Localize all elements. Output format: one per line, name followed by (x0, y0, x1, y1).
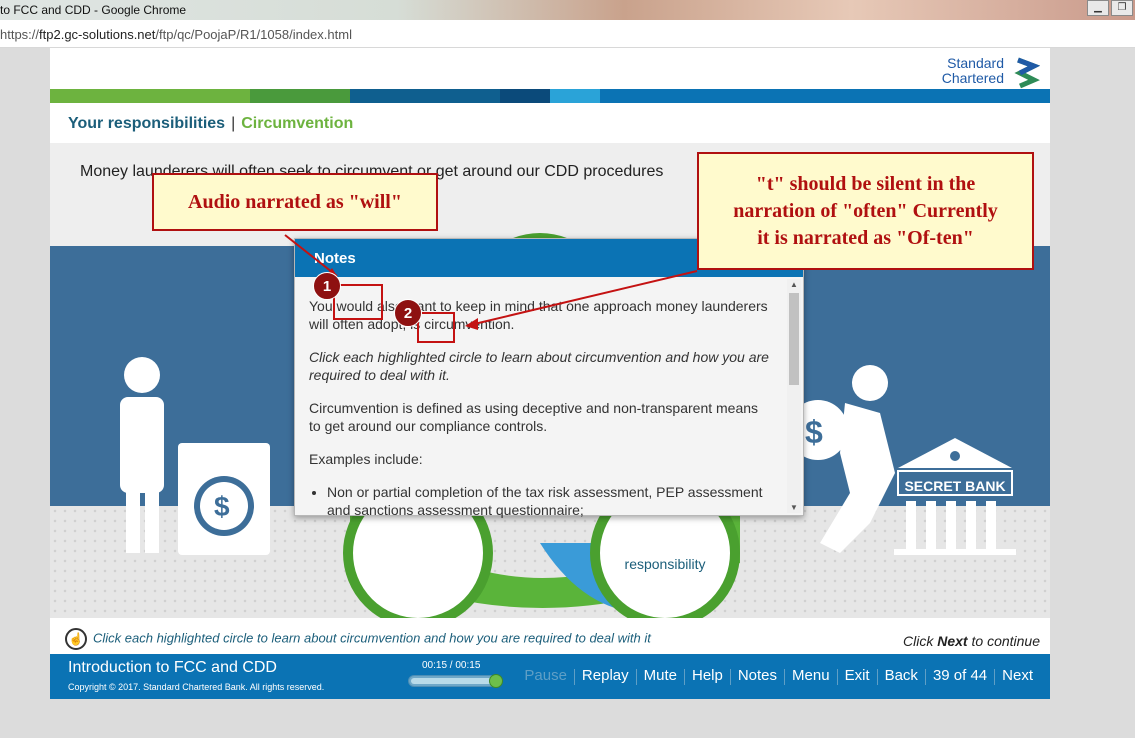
exit-button[interactable]: Exit (838, 667, 877, 685)
window-titlebar: to FCC and CDD - Google Chrome ▁ ❐ (0, 0, 1135, 20)
replay-button[interactable]: Replay (575, 667, 636, 685)
callout-often-line3: it is narrated as "Of-ten" (757, 227, 974, 249)
breadcrumb-topic: Circumvention (241, 115, 354, 132)
notes-body: You would also want to keep in mind that… (309, 297, 769, 519)
progress-knob[interactable] (489, 674, 503, 688)
minimize-icon[interactable]: ▁ (1087, 0, 1109, 16)
logo-line2: Chartered (941, 70, 1004, 86)
menu-button[interactable]: Menu (785, 667, 837, 685)
breadcrumb: Your responsibilities | Circumvention (68, 115, 353, 133)
notes-button[interactable]: Notes (731, 667, 784, 685)
marker-2: 2 (394, 299, 422, 327)
notes-bullet-1: Non or partial completion of the tax ris… (327, 483, 769, 519)
circle-label[interactable]: responsibility (615, 556, 715, 572)
hand-pointer-icon: ☝ (65, 628, 87, 650)
window-title: to FCC and CDD - Google Chrome (0, 3, 187, 17)
breadcrumb-section: Your responsibilities (68, 115, 226, 132)
man-washing-machine-icon: $ (120, 357, 270, 555)
svg-text:$: $ (214, 491, 230, 522)
callout-often-line2: narration of "often" Currently (733, 200, 998, 222)
standard-chartered-logo: Standard Chartered (940, 56, 1040, 92)
continue-bold: Next (937, 633, 968, 649)
pause-button[interactable]: Pause (517, 667, 574, 685)
time-readout: 00:15 / 00:15 (422, 660, 481, 671)
back-button[interactable]: Back (878, 667, 925, 685)
notes-scrollbar[interactable]: ▲ ▼ (787, 279, 801, 513)
svg-text:$: $ (805, 414, 823, 450)
secret-bank-icon (894, 438, 1016, 555)
man-money-bag-icon: $ (788, 365, 895, 553)
marker-1: 1 (313, 272, 341, 300)
scroll-up-icon[interactable]: ▲ (790, 280, 798, 289)
url-path: /ftp/qc/PoojaP/R1/1058/index.html (155, 27, 352, 42)
notes-paragraph-3: Circumvention is defined as using decept… (309, 400, 759, 434)
url-host: ftp2.gc-solutions.net (39, 27, 156, 42)
highlight-box-2 (417, 312, 455, 343)
callout-will: Audio narrated as "will" (152, 173, 438, 231)
notes-paragraph-2: Click each highlighted circle to learn a… (309, 349, 769, 383)
player-nav: Pause Replay Mute Help Notes Menu Exit B… (517, 667, 1040, 685)
page-counter: 39 of 44 (932, 667, 988, 684)
address-bar[interactable]: https://ftp2.gc-solutions.net/ftp/qc/Poo… (0, 20, 1135, 48)
logo-line1: Standard (947, 55, 1004, 71)
scroll-down-icon[interactable]: ▼ (790, 503, 798, 512)
logo-mark-icon (1014, 57, 1040, 89)
color-band (50, 89, 1050, 103)
breadcrumb-separator: | (231, 115, 236, 132)
notes-panel: Notes You would also want to keep in min… (294, 238, 804, 519)
restore-icon[interactable]: ❐ (1111, 0, 1133, 16)
next-button[interactable]: Next (995, 667, 1040, 685)
bank-sign: SECRET BANK (904, 478, 1006, 494)
continue-suffix: to continue (967, 633, 1040, 649)
copyright: Copyright © 2017. Standard Chartered Ban… (68, 682, 325, 692)
continue-instruction: Click Next to continue (903, 633, 1040, 649)
player-footer: Introduction to FCC and CDD Copyright © … (50, 654, 1050, 699)
mute-button[interactable]: Mute (637, 667, 684, 685)
callout-often-line1: "t" should be silent in the (755, 173, 976, 195)
help-button[interactable]: Help (685, 667, 730, 685)
audio-progress-slider[interactable] (408, 674, 503, 688)
course-title: Introduction to FCC and CDD (68, 659, 277, 676)
scroll-thumb[interactable] (789, 293, 799, 385)
instruction-hint: ☝ Click each highlighted circle to learn … (65, 628, 651, 650)
progress-fill (411, 678, 495, 684)
url-scheme: https:// (0, 27, 40, 42)
hint-text: Click each highlighted circle to learn a… (93, 630, 651, 646)
continue-prefix: Click (903, 633, 938, 649)
callout-often: "t" should be silent in the narration of… (697, 152, 1034, 270)
notes-paragraph-4: Examples include: (309, 451, 423, 467)
